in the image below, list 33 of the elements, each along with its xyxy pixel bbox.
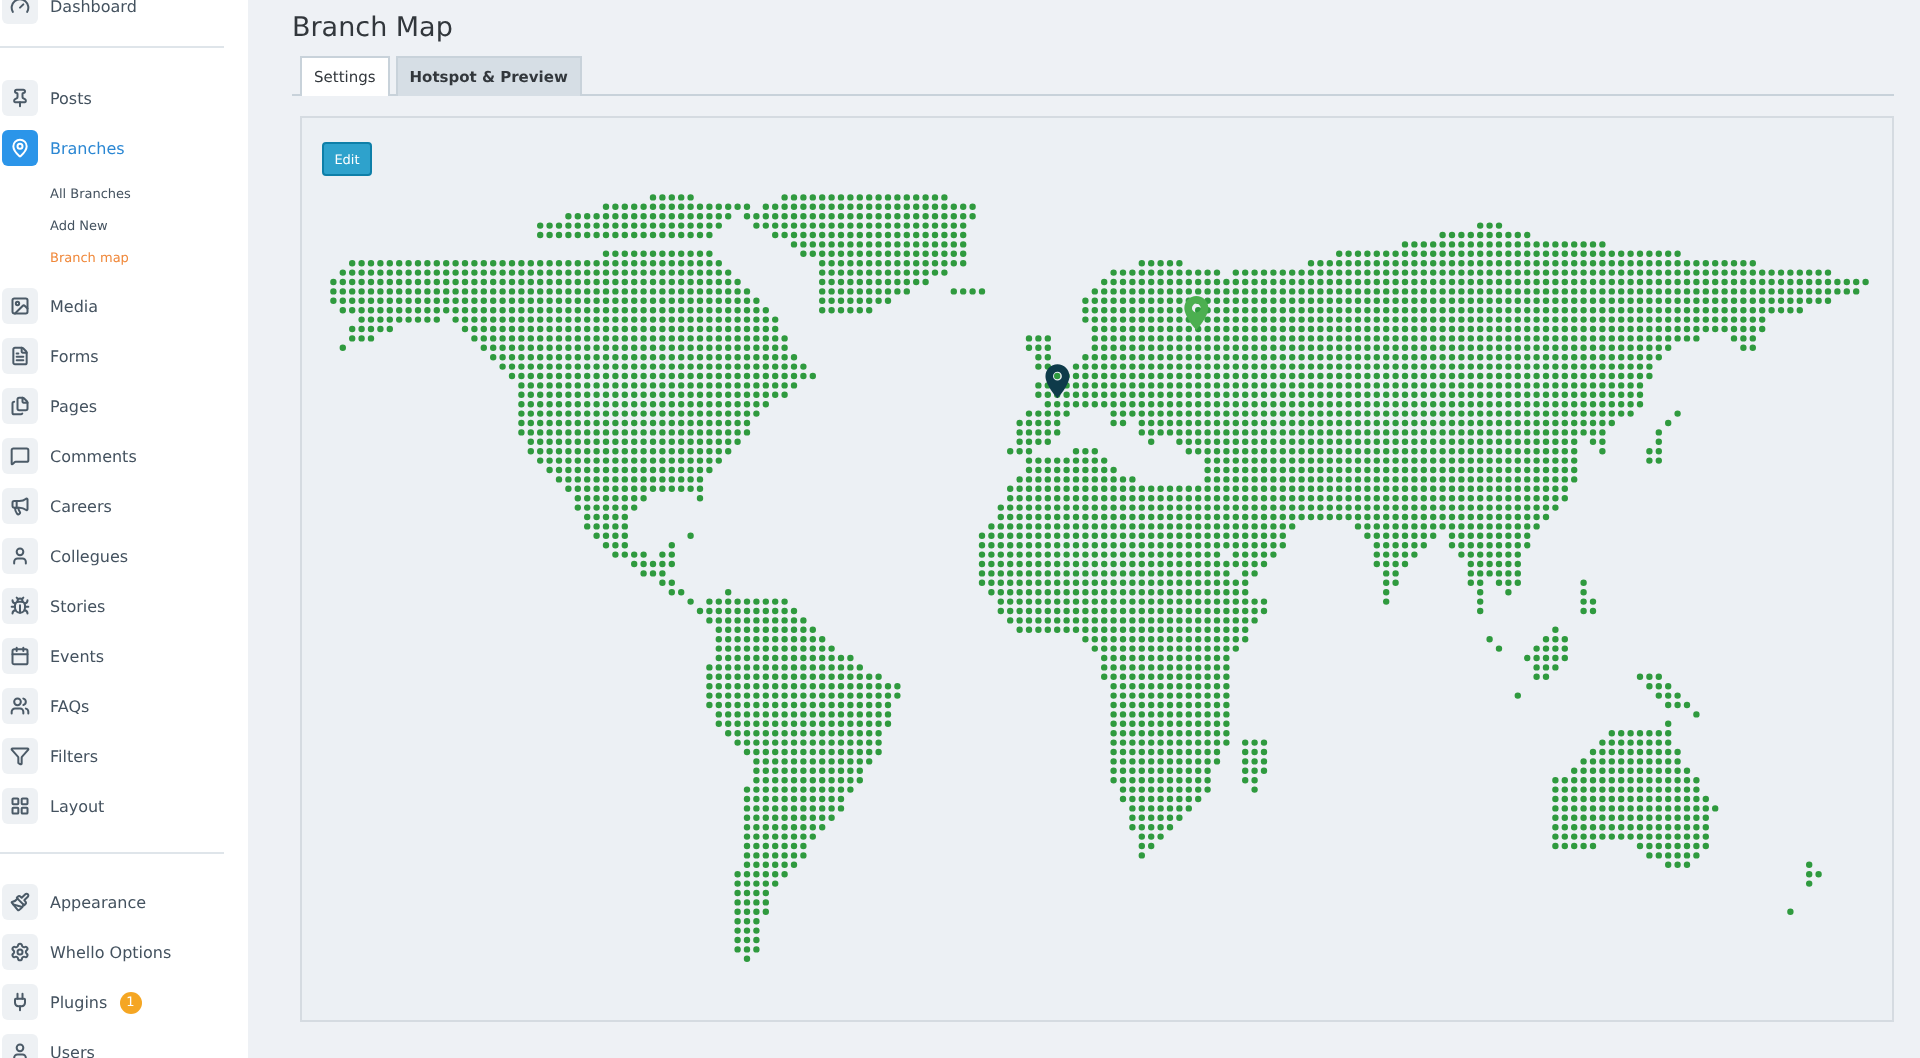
people-icon	[2, 688, 38, 724]
sidebar-item[interactable]: Comments	[2, 438, 224, 474]
page-title: Branch Map	[292, 12, 455, 46]
gear-icon	[2, 934, 38, 970]
calendar-icon	[2, 638, 38, 674]
sidebar-item[interactable]: Pages	[2, 388, 224, 424]
form-icon	[2, 338, 38, 374]
layout-icon	[2, 788, 38, 824]
user-icon	[2, 538, 38, 574]
map-pin-icon[interactable]	[1045, 364, 1070, 399]
brush-icon	[2, 884, 38, 920]
media-icon	[2, 288, 38, 324]
filter-icon	[2, 738, 38, 774]
sidebar-item[interactable]: Media	[2, 288, 224, 324]
sidebar-item[interactable]: Stories	[2, 588, 224, 624]
sidebar-item[interactable]: Branches	[2, 130, 224, 166]
comment-icon	[2, 438, 38, 474]
sidebar-item[interactable]: Appearance	[2, 884, 224, 920]
sidebar-item[interactable]: Filters	[2, 738, 224, 774]
sidebar-item[interactable]: Careers	[2, 488, 224, 524]
sidebar-item[interactable]: Whello Options	[2, 934, 224, 970]
pages-icon	[2, 388, 38, 424]
sidebar-item[interactable]: Posts	[2, 80, 224, 116]
sidebar-item[interactable]: Forms	[2, 338, 224, 374]
sidebar-item[interactable]: FAQs	[2, 688, 224, 724]
sidebar-item[interactable]: Events	[2, 638, 224, 674]
sidebar-item[interactable]: Collegues	[2, 538, 224, 574]
plug-icon	[2, 984, 38, 1020]
sidebar-item[interactable]: Users	[2, 1034, 224, 1058]
megaphone-icon	[2, 488, 38, 524]
bug-icon	[2, 588, 38, 624]
pin-icon	[2, 80, 38, 116]
sidebar-item[interactable]: Layout	[2, 788, 224, 824]
